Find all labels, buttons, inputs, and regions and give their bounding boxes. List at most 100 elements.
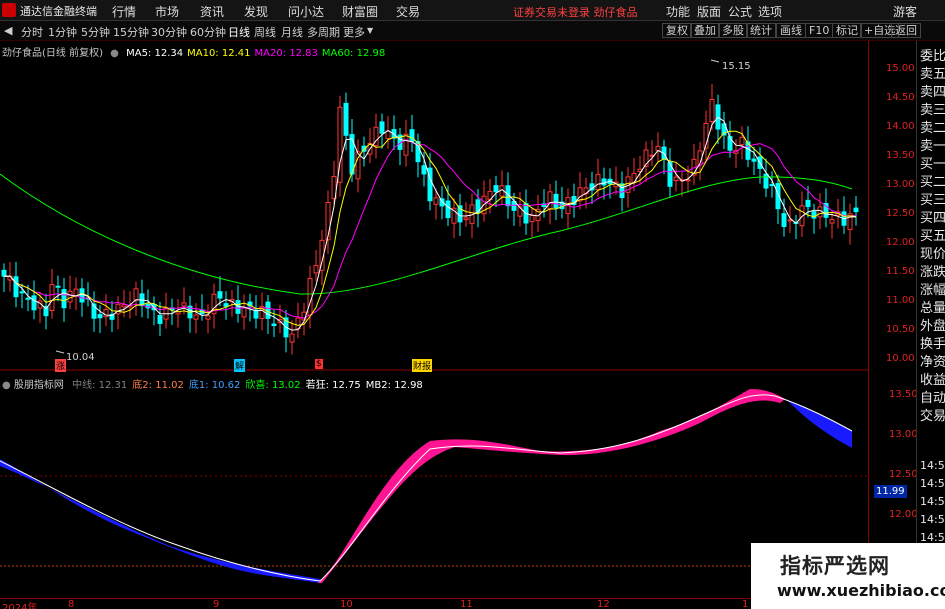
- ma60-line: [0, 173, 853, 295]
- kline-chart-area[interactable]: 15.15 10.04: [0, 41, 868, 598]
- marker-dividend[interactable]: $: [315, 359, 323, 369]
- menu-item-market[interactable]: 市场: [155, 3, 179, 20]
- period-monthly[interactable]: 月线: [281, 24, 303, 40]
- sidebar-label: 现价: [920, 247, 945, 262]
- candle-body: [55, 285, 61, 288]
- period-1min[interactable]: 1分钟: [48, 24, 77, 40]
- candle-body: [739, 136, 745, 146]
- indicator-band-down: [0, 459, 320, 583]
- indicator-settings-icon[interactable]: ●: [2, 380, 11, 391]
- candle-body: [79, 288, 85, 303]
- candle-body: [49, 284, 55, 311]
- menu-item-options[interactable]: 选项: [758, 3, 782, 20]
- candle-body: [595, 173, 601, 191]
- candle-body: [19, 291, 25, 294]
- watermark-url: www.xuezhibiao.com: [777, 581, 945, 600]
- price-tick: 13.50: [886, 150, 915, 161]
- candle-body: [655, 145, 661, 151]
- menu-item-functions[interactable]: 功能: [666, 3, 690, 20]
- menu-item-trade[interactable]: 交易: [396, 3, 420, 20]
- period-more[interactable]: 更多: [343, 24, 365, 40]
- sidebar-label: 买一: [920, 157, 945, 172]
- menu-item-formula[interactable]: 公式: [728, 3, 752, 20]
- sidebar-time: 14:56: [920, 495, 945, 508]
- sidebar-label: 买五: [920, 229, 945, 244]
- candle-body: [31, 295, 37, 311]
- sidebar-label: 净资: [920, 355, 945, 370]
- btn-adjust[interactable]: 复权: [662, 23, 692, 38]
- candle-body: [403, 133, 409, 156]
- legend-settings-icon[interactable]: ●: [110, 48, 119, 59]
- candle-body: [751, 158, 757, 162]
- btn-overlay[interactable]: 叠加: [690, 23, 720, 38]
- candle-body: [271, 323, 277, 327]
- nav-back-icon[interactable]: ◀: [4, 24, 12, 37]
- indicator-name[interactable]: 股朋指标网: [14, 380, 64, 391]
- indicator-legend-2: 底1: 10.62: [188, 380, 241, 391]
- btn-draw-line[interactable]: 画线: [776, 23, 806, 38]
- candle-body: [709, 99, 715, 122]
- price-tick: 15.00: [886, 63, 915, 74]
- candle-body: [223, 303, 229, 307]
- period-intraday[interactable]: 分时: [21, 24, 43, 40]
- sidebar-time: 14:56: [920, 513, 945, 526]
- price-tick: 14.00: [886, 121, 915, 132]
- indicator-tick: 13.50: [889, 389, 918, 400]
- indicator-tick: 12.50: [889, 469, 918, 480]
- price-tick: 13.00: [886, 179, 915, 190]
- candle-body: [133, 288, 139, 301]
- ma10-line: [3, 130, 857, 326]
- date-label-oct: 10: [340, 599, 353, 609]
- marker-limit-up[interactable]: 涨: [55, 359, 67, 372]
- menu-item-layout[interactable]: 版面: [697, 3, 721, 20]
- btn-stats[interactable]: 统计: [746, 23, 776, 38]
- btn-back[interactable]: 返回: [891, 23, 921, 38]
- sidebar-label: 涨幅: [920, 283, 945, 298]
- candle-body: [13, 276, 19, 298]
- candle-body: [547, 191, 553, 210]
- btn-mark[interactable]: 标记: [832, 23, 862, 38]
- candle-body: [67, 290, 73, 303]
- menu-bar: 通达信金融终端 行情 市场 资讯 发现 问小达 财富圈 交易 证券交易未登录 劲…: [0, 0, 945, 21]
- sidebar-label: 卖三: [920, 103, 945, 118]
- menu-item-discover[interactable]: 发现: [244, 3, 268, 20]
- candle-body: [289, 333, 295, 343]
- btn-multi-stock[interactable]: 多股: [718, 23, 748, 38]
- date-axis: 2024年 8 9 10 11 12 1: [0, 598, 868, 609]
- period-30min[interactable]: 30分钟: [151, 24, 187, 40]
- sidebar-time: 14:56: [920, 459, 945, 472]
- candle-body: [601, 178, 607, 186]
- date-label-aug: 8: [68, 599, 75, 609]
- period-daily[interactable]: 日线: [228, 24, 250, 40]
- menu-item-wealth-circle[interactable]: 财富圈: [342, 3, 378, 20]
- period-15min[interactable]: 15分钟: [113, 24, 149, 40]
- stock-title[interactable]: 劲仔食品(日线 前复权): [2, 48, 103, 59]
- login-status[interactable]: 证券交易未登录 劲仔食品: [513, 4, 638, 20]
- ma-legend-3: MA60: 12.98: [321, 48, 386, 59]
- low-pointer: [55, 350, 65, 354]
- indicator-legend-5: MB2: 12.98: [365, 380, 423, 391]
- low-price-label: 10.04: [66, 352, 95, 363]
- marker-unlock[interactable]: 解: [234, 359, 246, 372]
- sidebar-label: 换手: [920, 337, 945, 352]
- candle-body: [97, 314, 103, 319]
- ma-legend-2: MA20: 12.83: [254, 48, 318, 59]
- menu-item-news[interactable]: 资讯: [200, 3, 224, 20]
- period-weekly[interactable]: 周线: [254, 24, 276, 40]
- period-5min[interactable]: 5分钟: [81, 24, 110, 40]
- period-60min[interactable]: 60分钟: [190, 24, 226, 40]
- price-tick: 12.50: [886, 208, 915, 219]
- price-tick: 14.50: [886, 92, 915, 103]
- more-dropdown-icon[interactable]: ▼: [367, 26, 373, 35]
- watermark-banner: 指标严选网 www.xuezhibiao.com: [751, 543, 945, 609]
- menu-item-guest[interactable]: 游客: [893, 3, 917, 20]
- period-toolbar: ◀ 分时 1分钟 5分钟 15分钟 30分钟 60分钟 日线 周线 月线 多周期…: [0, 21, 945, 41]
- indicator-tick: 12.00: [889, 509, 918, 520]
- btn-f10[interactable]: F10: [805, 23, 834, 38]
- menu-item-market-quotes[interactable]: 行情: [112, 3, 136, 20]
- marker-earnings[interactable]: 财报: [412, 359, 433, 372]
- menu-item-assistant[interactable]: 问小达: [288, 3, 324, 20]
- period-multi[interactable]: 多周期: [307, 24, 340, 40]
- candle-body: [685, 179, 691, 182]
- sidebar-label: 卖五: [920, 67, 945, 82]
